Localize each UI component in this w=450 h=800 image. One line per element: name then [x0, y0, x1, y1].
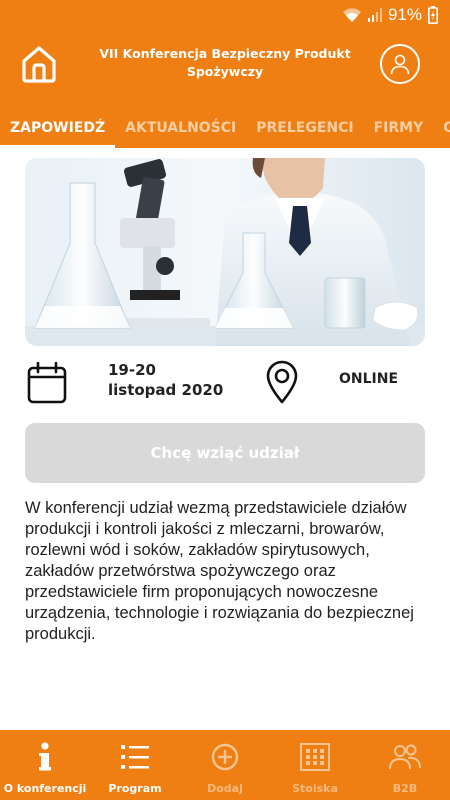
nav-b2b[interactable]: B2B — [360, 730, 450, 800]
nav-program[interactable]: Program — [90, 730, 180, 800]
home-icon — [22, 46, 56, 83]
event-location: ONLINE — [339, 371, 399, 387]
battery-percentage: 91% — [387, 5, 422, 24]
location-pin-icon — [266, 360, 298, 404]
nav-label: Dodaj — [207, 782, 243, 795]
list-icon — [121, 745, 149, 769]
app-bar: VII Konferencja Bezpieczny Produkt Spoży… — [0, 30, 450, 110]
top-tabs: ZAPOWIEDŹ AKTUALNOŚCI PRELEGENCI FIRMY O… — [0, 110, 450, 148]
tab-aktualnosci[interactable]: AKTUALNOŚCI — [115, 110, 246, 148]
people-icon — [389, 744, 421, 770]
bottom-nav: O konferencji Program Dodaj Stoiska B2B — [0, 730, 450, 800]
signal-icon — [367, 8, 382, 22]
nav-o-konferencji[interactable]: O konferencji — [0, 730, 90, 800]
nav-dodaj[interactable]: Dodaj — [180, 730, 270, 800]
wifi-icon — [342, 8, 361, 22]
nav-label: Program — [108, 782, 162, 795]
nav-label: O konferencji — [3, 782, 87, 795]
nav-label: Stoiska — [292, 782, 338, 795]
tab-zapowiedz[interactable]: ZAPOWIEDŹ — [0, 110, 116, 148]
tab-firmy[interactable]: FIRMY — [364, 110, 434, 148]
join-button[interactable]: Chcę wziąć udział — [25, 423, 425, 483]
nav-label: B2B — [392, 782, 418, 795]
user-icon — [390, 54, 410, 75]
grid-icon — [300, 743, 330, 771]
nav-stoiska[interactable]: Stoiska — [270, 730, 360, 800]
battery-charging-icon — [428, 6, 438, 24]
home-button[interactable] — [20, 44, 58, 84]
app-title: VII Konferencja Bezpieczny Produkt Spoży… — [99, 46, 351, 79]
event-date: 19-20 listopad 2020 — [108, 360, 223, 400]
event-date-month: listopad 2020 — [108, 381, 224, 399]
event-description: W konferencji udział wezmą przedstawicie… — [25, 499, 414, 643]
info-icon — [39, 742, 51, 771]
tab-prelegenci[interactable]: PRELEGENCI — [246, 110, 363, 148]
profile-button[interactable] — [380, 44, 420, 84]
event-info: 19-20 listopad 2020 ONLINE — [0, 358, 450, 408]
tab-oferty[interactable]: OFERTY — [433, 110, 450, 148]
status-bar: 91% — [0, 0, 450, 30]
add-circle-icon — [211, 743, 239, 771]
hero-image — [25, 158, 425, 346]
event-date-days: 19-20 — [108, 361, 156, 379]
calendar-icon — [27, 362, 67, 404]
